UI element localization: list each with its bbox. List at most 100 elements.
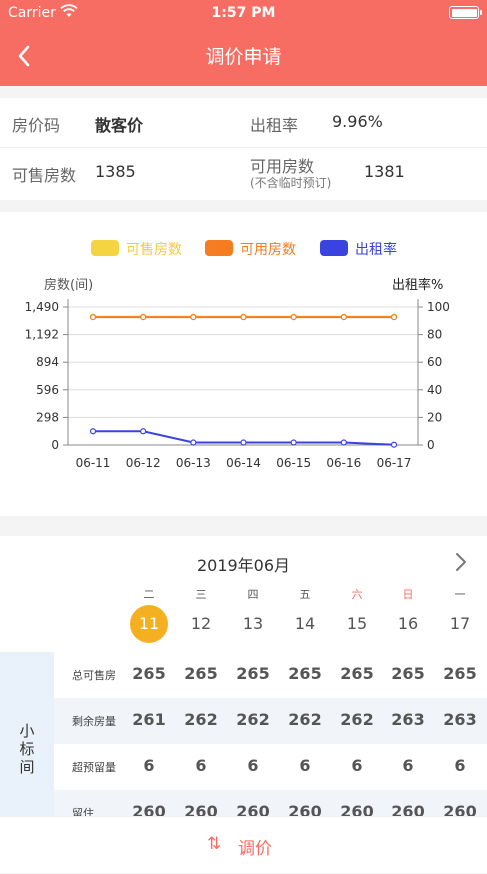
room-type-char: 间 <box>19 758 35 776</box>
table-cell[interactable]: 265 <box>181 664 221 683</box>
day-cell[interactable]: 12 <box>182 605 220 643</box>
x-tick-label: 06-17 <box>377 456 412 470</box>
x-tick-label: 06-12 <box>126 456 161 470</box>
data-point <box>89 428 97 435</box>
day-selected[interactable]: 11 <box>130 605 168 643</box>
table-cell[interactable]: 263 <box>440 710 480 729</box>
table-cell[interactable]: 6 <box>181 756 221 775</box>
table-cell[interactable]: 262 <box>181 710 221 729</box>
data-point <box>89 313 97 321</box>
y-right-tick-label: 80 <box>427 328 442 342</box>
sort-arrows-icon: ⇅ <box>207 834 222 854</box>
data-point <box>190 313 197 321</box>
weekday-label: 一 <box>454 588 466 601</box>
y-left-tick-label: 298 <box>36 410 59 424</box>
weekday-label: 日 <box>402 588 414 601</box>
table-row: 超预留量 6 6 6 6 6 6 6 <box>54 744 487 790</box>
weekday-label: 二 <box>143 588 155 601</box>
table-row: 总可售房 265 265 265 265 265 265 265 <box>54 652 487 698</box>
table-cell[interactable]: 6 <box>440 756 480 775</box>
y-right-tick-label: 100 <box>427 300 450 314</box>
data-point <box>190 439 197 446</box>
data-point <box>140 313 147 321</box>
table-cell[interactable]: 6 <box>388 756 428 775</box>
available-note: (不含临时预订) <box>250 176 332 190</box>
row-label: 总可售房 <box>72 669 116 682</box>
battery-icon <box>449 6 482 19</box>
price-code-label: 房价码 <box>12 116 61 135</box>
table-cell[interactable]: 6 <box>129 756 169 775</box>
data-point <box>290 439 297 446</box>
room-type-char: 小 <box>19 722 35 740</box>
day-cell[interactable]: 16 <box>389 605 427 643</box>
y-left-tick-label: 0 <box>51 438 59 452</box>
row-label: 剩余房量 <box>72 715 116 728</box>
weekday-label: 五 <box>299 588 311 601</box>
x-tick-label: 06-11 <box>76 456 111 470</box>
data-point <box>390 313 398 321</box>
line-chart: 1,490 100 1,192 80 894 60 596 40 298 20 0 0 06-11 06-… <box>25 299 450 470</box>
calendar-section: 2019年06月 二 三 四 五 六 日 一 11 12 13 14 15 16 17 小标间 总可售房… <box>0 536 487 836</box>
status-bar: Carrier 1:57 PM <box>0 0 487 26</box>
info-row-2: 可售房数 1385 可用房数 (不含临时预订) 1381 <box>0 148 487 198</box>
day-cell[interactable]: 14 <box>286 605 324 643</box>
weekday-label: 六 <box>351 588 363 601</box>
room-type-text: 小标间 <box>0 722 54 776</box>
table-cell[interactable]: 6 <box>285 756 325 775</box>
table-cell[interactable]: 265 <box>285 664 325 683</box>
chart-card: 可售房数 可用房数 出租率 房数(间) 出租率% 1,490 100 1,192 80… <box>0 212 487 516</box>
data-point <box>390 441 398 448</box>
day-cell[interactable]: 15 <box>338 605 376 643</box>
next-month-button[interactable] <box>451 550 471 574</box>
table-cell[interactable]: 262 <box>233 710 273 729</box>
y-right-tick-label: 0 <box>427 438 435 452</box>
table-cell[interactable]: 6 <box>337 756 377 775</box>
y-right-tick-label: 60 <box>427 355 442 369</box>
y-left-tick-label: 596 <box>36 383 59 397</box>
table-cell[interactable]: 261 <box>129 710 169 729</box>
table-cell[interactable]: 262 <box>285 710 325 729</box>
room-type-label: 小标间 <box>0 652 54 816</box>
table-cell[interactable]: 265 <box>129 664 169 683</box>
x-tick-label: 06-15 <box>276 456 311 470</box>
x-tick-label: 06-13 <box>176 456 211 470</box>
data-point <box>340 439 347 446</box>
info-row-1: 房价码 散客价 出租率 9.96% <box>0 98 487 148</box>
table-cell[interactable]: 265 <box>440 664 480 683</box>
data-point <box>340 313 347 321</box>
table-cell[interactable]: 6 <box>233 756 273 775</box>
available-value: 1381 <box>364 162 405 181</box>
table-row: 剩余房量 261 262 262 262 262 263 263 <box>54 698 487 744</box>
day-cell[interactable]: 13 <box>234 605 272 643</box>
clock: 1:57 PM <box>211 5 276 21</box>
data-point <box>240 313 247 321</box>
day-cell[interactable]: 17 <box>441 605 479 643</box>
y-left-tick-label: 1,490 <box>25 300 59 314</box>
table-cell[interactable]: 263 <box>388 710 428 729</box>
price-code-value: 散客价 <box>95 116 144 135</box>
sellable-value: 1385 <box>95 162 136 181</box>
month-title: 2019年06月 <box>196 556 291 575</box>
y-left-tick-label: 894 <box>36 355 59 369</box>
table-cell[interactable]: 265 <box>337 664 377 683</box>
occupancy-value: 9.96% <box>332 112 383 131</box>
table-cell[interactable]: 265 <box>388 664 428 683</box>
occupancy-label: 出租率 <box>250 116 299 135</box>
table-cell[interactable]: 265 <box>233 664 273 683</box>
weekday-label: 三 <box>195 588 207 601</box>
data-point <box>290 313 297 321</box>
data-point <box>140 428 147 435</box>
table-cell[interactable]: 262 <box>337 710 377 729</box>
y-right-tick-label: 20 <box>427 410 442 424</box>
x-tick-label: 06-14 <box>226 456 261 470</box>
row-label: 超预留量 <box>72 761 116 774</box>
data-point <box>240 439 247 446</box>
room-type-char: 标 <box>19 740 35 758</box>
info-card: 房价码 散客价 出租率 9.96% 可售房数 1385 可用房数 (不含临时预订… <box>0 98 487 200</box>
footer-bar: ⇅ 调价 <box>0 816 487 873</box>
page-title: 调价申请 <box>205 46 282 68</box>
adjust-price-button[interactable]: ⇅ 调价 <box>0 817 487 874</box>
nav-bar: 调价申请 <box>0 26 487 86</box>
y-left-tick-label: 1,192 <box>25 328 59 342</box>
sellable-label: 可售房数 <box>12 166 77 185</box>
